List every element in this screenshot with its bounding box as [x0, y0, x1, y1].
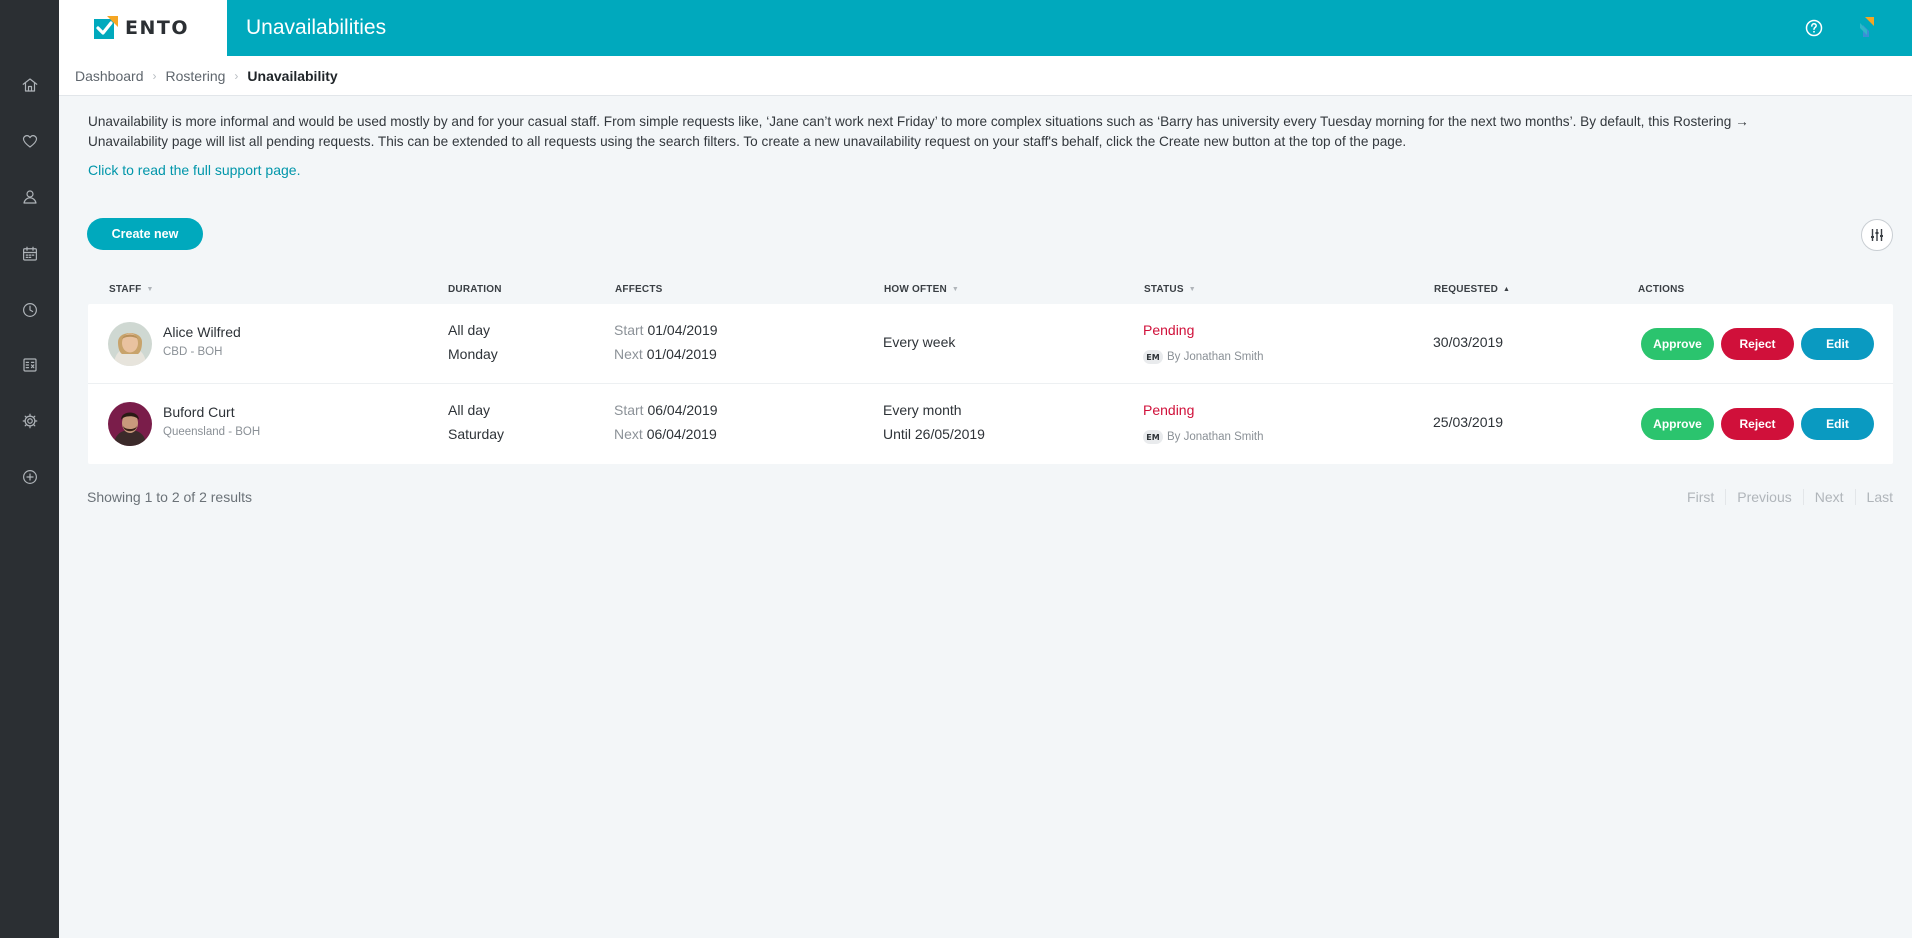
- chevron-right-icon: ›: [234, 68, 239, 83]
- column-duration: DURATION: [448, 284, 502, 295]
- breadcrumb-rostering[interactable]: Rostering: [166, 68, 226, 84]
- pagination-last[interactable]: Last: [1854, 489, 1893, 505]
- calendar-icon: [22, 246, 37, 261]
- staff-location: CBD - BOH: [163, 346, 223, 358]
- column-staff[interactable]: STAFF ▼: [109, 284, 154, 295]
- column-how-often[interactable]: HOW OFTEN ▼: [884, 284, 959, 295]
- requester-badge: EM: [1143, 430, 1163, 444]
- gear-icon: [22, 413, 37, 429]
- support-page-link[interactable]: Click to read the full support page.: [88, 162, 300, 178]
- status-badge: Pending: [1143, 322, 1195, 338]
- user-icon: [22, 190, 37, 204]
- header-bar: Unavailabilities: [227, 0, 1912, 56]
- edit-button[interactable]: Edit: [1801, 408, 1874, 440]
- sidebar: [0, 0, 59, 938]
- reject-button[interactable]: Reject: [1721, 408, 1794, 440]
- intro-text: Unavailability is more informal and woul…: [88, 114, 1749, 149]
- how-often: Every week: [883, 334, 956, 350]
- sort-down-icon: ▼: [951, 286, 960, 293]
- avatar: [108, 322, 152, 366]
- sort-down-icon: ▼: [146, 286, 154, 293]
- requested-by: EM By Jonathan Smith: [1143, 350, 1264, 364]
- ento-logo-icon: [94, 16, 118, 39]
- column-requested[interactable]: REQUESTED ▲: [1434, 284, 1510, 295]
- approve-button[interactable]: Approve: [1641, 328, 1714, 360]
- home-icon: [22, 78, 37, 92]
- sidebar-item-calendar[interactable]: [0, 234, 59, 274]
- sort-up-icon: ▲: [1503, 286, 1511, 293]
- profile-icon[interactable]: [1856, 15, 1876, 39]
- how-often-until: Until 26/05/2019: [883, 426, 985, 442]
- breadcrumb: Dashboard › Rostering › Unavailability: [59, 56, 1912, 96]
- sidebar-item-timesheets[interactable]: [0, 290, 59, 330]
- column-actions: ACTIONS: [1638, 284, 1685, 295]
- breadcrumb-dashboard[interactable]: Dashboard: [75, 68, 144, 84]
- column-affects: AFFECTS: [615, 284, 663, 295]
- status-badge: Pending: [1143, 402, 1195, 418]
- requested-date: 25/03/2019: [1433, 414, 1504, 430]
- create-new-button[interactable]: Create new: [87, 218, 203, 250]
- affects-next: Next 06/04/2019: [614, 426, 717, 442]
- reject-button[interactable]: Reject: [1721, 328, 1794, 360]
- page-title: Unavailabilities: [246, 16, 387, 39]
- help-icon[interactable]: [1804, 18, 1824, 38]
- table-header: STAFF ▼ DURATION AFFECTS HOW OFTEN ▼ STATU…: [88, 280, 1893, 304]
- unavailability-table: Alice Wilfred CBD - BOH All day Monday S…: [88, 304, 1893, 464]
- requested-date: 30/03/2019: [1433, 334, 1504, 350]
- heart-icon: [22, 135, 37, 148]
- duration-day: Saturday: [448, 426, 505, 442]
- duration-type: All day: [448, 322, 491, 338]
- duration-type: All day: [448, 402, 491, 418]
- sidebar-item-add[interactable]: [0, 457, 59, 497]
- pagination-first[interactable]: First: [1676, 489, 1725, 505]
- edit-button[interactable]: Edit: [1801, 328, 1874, 360]
- sort-down-icon: ▼: [1188, 286, 1196, 293]
- brand-name: ENTO: [125, 17, 189, 39]
- requested-by: EM By Jonathan Smith: [1143, 430, 1264, 444]
- requester-badge: EM: [1143, 350, 1163, 364]
- approve-button[interactable]: Approve: [1641, 408, 1714, 440]
- affects-next: Next 01/04/2019: [614, 346, 717, 362]
- staff-location: Queensland - BOH: [163, 426, 261, 438]
- sidebar-item-favorites[interactable]: [0, 121, 59, 161]
- affects-start: Start 01/04/2019: [614, 322, 718, 338]
- how-often: Every month: [883, 402, 962, 418]
- sidebar-item-settings[interactable]: [0, 401, 59, 441]
- calculator-icon: [22, 358, 37, 372]
- sidebar-item-people[interactable]: [0, 177, 59, 217]
- brand-logo[interactable]: ENTO: [59, 0, 227, 56]
- breadcrumb-unavailability: Unavailability: [247, 67, 338, 84]
- add-circle-icon: [22, 470, 37, 484]
- table-row: Alice Wilfred CBD - BOH All day Monday S…: [88, 304, 1893, 384]
- duration-day: Monday: [448, 346, 498, 362]
- table-row: Buford Curt Queensland - BOH All day Sat…: [88, 384, 1893, 464]
- pagination-next[interactable]: Next: [1802, 489, 1855, 505]
- sliders-icon: [1871, 229, 1883, 241]
- clock-icon: [22, 303, 37, 317]
- results-summary: Showing 1 to 2 of 2 results: [87, 489, 252, 505]
- sidebar-item-home[interactable]: [0, 65, 59, 105]
- pagination: First Previous Next Last: [1676, 489, 1893, 505]
- staff-name[interactable]: Buford Curt: [163, 404, 235, 420]
- staff-name[interactable]: Alice Wilfred: [163, 324, 241, 340]
- filter-button[interactable]: [1861, 219, 1893, 251]
- affects-start: Start 06/04/2019: [614, 402, 718, 418]
- column-status[interactable]: STATUS ▼: [1144, 284, 1196, 295]
- chevron-right-icon: ›: [152, 68, 157, 83]
- sidebar-item-reports[interactable]: [0, 345, 59, 385]
- avatar: [108, 402, 152, 446]
- pagination-previous[interactable]: Previous: [1725, 489, 1802, 505]
